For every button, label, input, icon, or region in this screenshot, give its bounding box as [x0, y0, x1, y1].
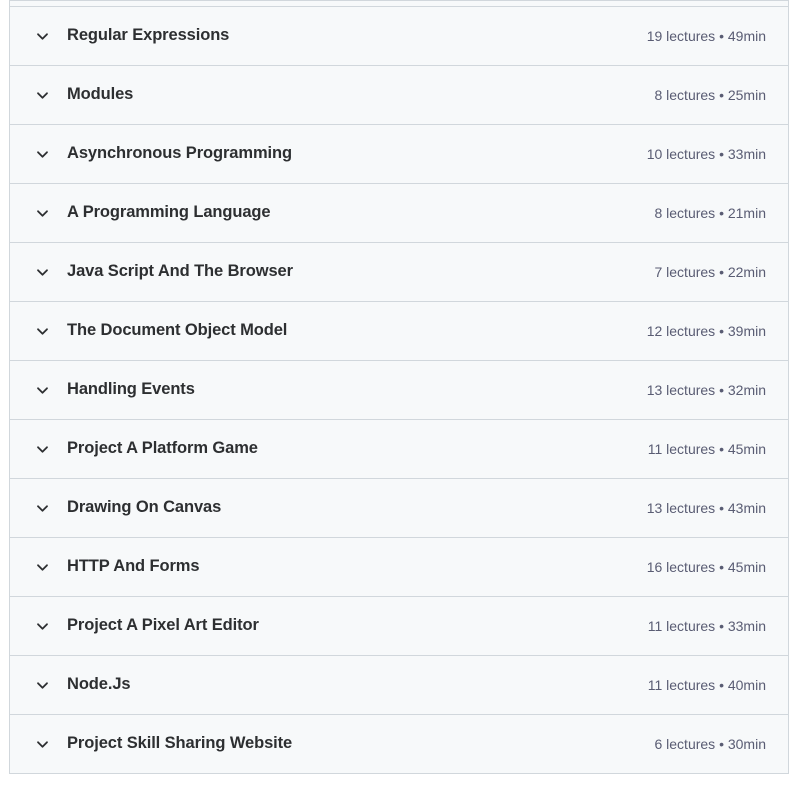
section-row[interactable]: HTTP And Forms 16 lectures • 45min — [10, 538, 788, 597]
section-list: Regular Expressions 19 lectures • 49min … — [10, 7, 788, 774]
section-row[interactable]: Project A Platform Game 11 lectures • 45… — [10, 420, 788, 479]
section-title: Project Skill Sharing Website — [67, 734, 293, 753]
section-title: The Document Object Model — [67, 321, 288, 340]
section-row[interactable]: Asynchronous Programming 10 lectures • 3… — [10, 125, 788, 184]
section-row[interactable]: A Programming Language 8 lectures • 21mi… — [10, 184, 788, 243]
section-title: A Programming Language — [67, 203, 271, 222]
section-meta: 19 lectures • 49min — [646, 27, 766, 44]
chevron-down-icon — [34, 264, 50, 280]
section-meta: 8 lectures • 21min — [654, 204, 766, 221]
section-row[interactable]: Project A Pixel Art Editor 11 lectures •… — [10, 597, 788, 656]
section-row[interactable]: The Document Object Model 12 lectures • … — [10, 302, 788, 361]
section-title: HTTP And Forms — [67, 557, 200, 576]
chevron-down-icon — [34, 382, 50, 398]
chevron-down-icon — [34, 323, 50, 339]
section-meta: 12 lectures • 39min — [646, 322, 766, 339]
chevron-down-icon — [34, 28, 50, 44]
section-title: Project A Platform Game — [67, 439, 258, 458]
section-row[interactable]: Java Script And The Browser 7 lectures •… — [10, 243, 788, 302]
section-title: Java Script And The Browser — [67, 262, 293, 281]
chevron-down-icon — [34, 500, 50, 516]
section-row[interactable]: Drawing On Canvas 13 lectures • 43min — [10, 479, 788, 538]
section-row[interactable]: Modules 8 lectures • 25min — [10, 66, 788, 125]
section-row[interactable]: Regular Expressions 19 lectures • 49min — [10, 7, 788, 66]
section-meta: 11 lectures • 40min — [647, 676, 766, 693]
section-row-partial-top — [10, 0, 788, 7]
section-title: Drawing On Canvas — [67, 498, 222, 517]
chevron-down-icon — [34, 677, 50, 693]
section-meta: 16 lectures • 45min — [646, 558, 766, 575]
chevron-down-icon — [34, 618, 50, 634]
section-title: Handling Events — [67, 380, 195, 399]
chevron-down-icon — [34, 87, 50, 103]
chevron-down-icon — [34, 146, 50, 162]
section-meta: 13 lectures • 32min — [646, 381, 766, 398]
section-title: Asynchronous Programming — [67, 144, 292, 163]
section-meta: 7 lectures • 22min — [654, 263, 766, 280]
section-meta: 11 lectures • 33min — [647, 617, 766, 634]
section-row[interactable]: Handling Events 13 lectures • 32min — [10, 361, 788, 420]
section-title: Node.Js — [67, 675, 131, 694]
section-meta: 8 lectures • 25min — [654, 86, 766, 103]
chevron-down-icon — [34, 205, 50, 221]
section-title: Modules — [67, 85, 134, 104]
section-meta: 11 lectures • 45min — [647, 440, 766, 457]
chevron-down-icon — [34, 559, 50, 575]
section-row[interactable]: Project Skill Sharing Website 6 lectures… — [10, 715, 788, 774]
chevron-down-icon — [34, 736, 50, 752]
section-row[interactable]: Node.Js 11 lectures • 40min — [10, 656, 788, 715]
section-title: Project A Pixel Art Editor — [67, 616, 259, 635]
curriculum-accordion: Regular Expressions 19 lectures • 49min … — [9, 0, 789, 774]
section-meta: 6 lectures • 30min — [654, 735, 766, 752]
section-title: Regular Expressions — [67, 26, 230, 45]
section-meta: 10 lectures • 33min — [646, 145, 766, 162]
chevron-down-icon — [34, 441, 50, 457]
section-meta: 13 lectures • 43min — [646, 499, 766, 516]
